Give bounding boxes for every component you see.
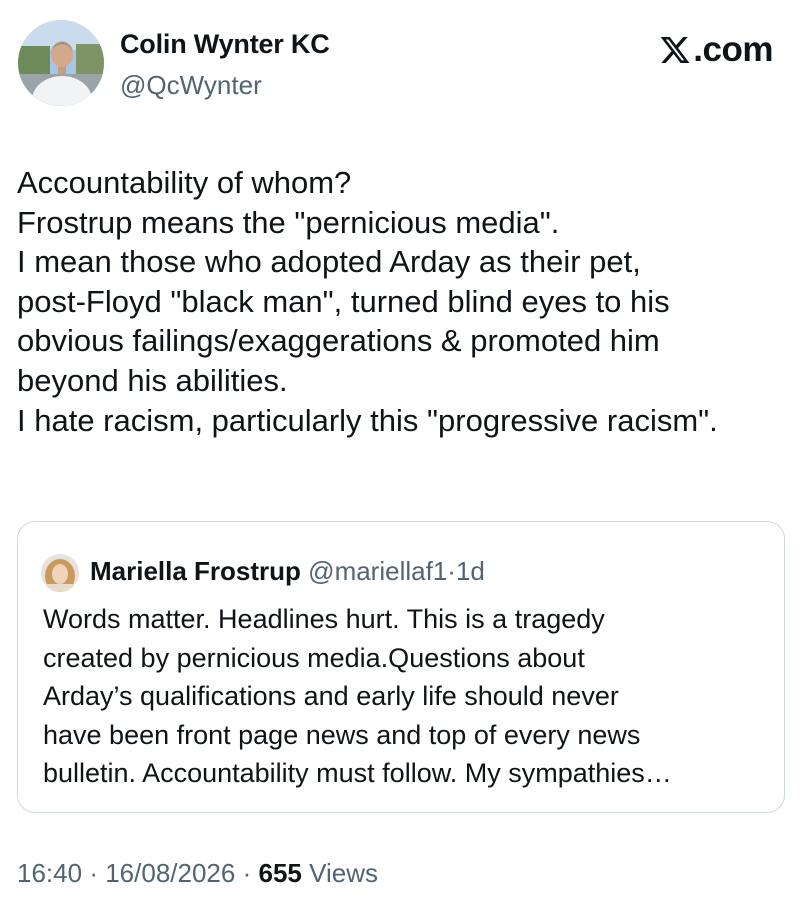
tweet-text-line: Accountability of whom? xyxy=(17,165,352,200)
tweet-text-line: post-Floyd "black man", turned blind eye… xyxy=(17,283,670,319)
quoted-text-line: created by pernicious media.Questions ab… xyxy=(43,642,585,673)
meta-separator: · xyxy=(242,858,252,888)
quoted-tweet-text: Words matter. Headlines hurt. This is a … xyxy=(43,600,773,793)
tweet-time[interactable]: 16:40 xyxy=(17,858,82,888)
tweet-meta: 16:40 · 16/08/2026 · 655 Views xyxy=(17,858,378,889)
brand-suffix: .com xyxy=(693,30,773,69)
quoted-text-line: Words matter. Headlines hurt. This is a … xyxy=(43,604,605,634)
x-logo-icon xyxy=(660,37,690,63)
quoted-author-handle[interactable]: @mariellaf1 xyxy=(308,556,447,586)
tweet-text-line: I mean those who adopted Arday as their … xyxy=(17,244,641,280)
quoted-author-name[interactable]: Mariella Frostrup xyxy=(90,556,301,586)
x-brand: .com xyxy=(658,30,773,70)
quoted-text-line: Arday’s qualifications and early life sh… xyxy=(43,681,619,711)
tweet-text-line: obvious failings/exaggerations & promote… xyxy=(17,323,660,359)
views-label: Views xyxy=(309,858,379,888)
quoted-separator: · xyxy=(447,556,456,586)
quoted-author-avatar[interactable] xyxy=(41,554,79,592)
meta-separator: · xyxy=(89,858,98,888)
author-handle[interactable]: @QcWynter xyxy=(120,70,262,101)
tweet-text-line: beyond his abilities. xyxy=(17,362,288,398)
author-avatar[interactable] xyxy=(18,20,104,106)
quoted-tweet-header: Mariella Frostrup @mariellaf1·1d xyxy=(90,556,485,587)
tweet-text: Accountability of whom? Frostrup means t… xyxy=(17,163,797,440)
tweet-text-line: Frostrup means the "pernicious media". xyxy=(17,204,560,240)
quoted-tweet-card[interactable]: Mariella Frostrup @mariellaf1·1d Words m… xyxy=(17,521,785,813)
quoted-text-line: have been front page news and top of eve… xyxy=(43,719,641,750)
tweet-date[interactable]: 16/08/2026 xyxy=(105,858,235,888)
author-name[interactable]: Colin Wynter KC xyxy=(120,29,330,60)
quoted-timestamp[interactable]: 1d xyxy=(456,556,485,586)
quoted-text-line: bulletin. Accountability must follow. My… xyxy=(43,758,672,788)
views-count[interactable]: 655 xyxy=(259,858,302,888)
tweet-text-line: I hate racism, particularly this "progre… xyxy=(17,402,718,438)
